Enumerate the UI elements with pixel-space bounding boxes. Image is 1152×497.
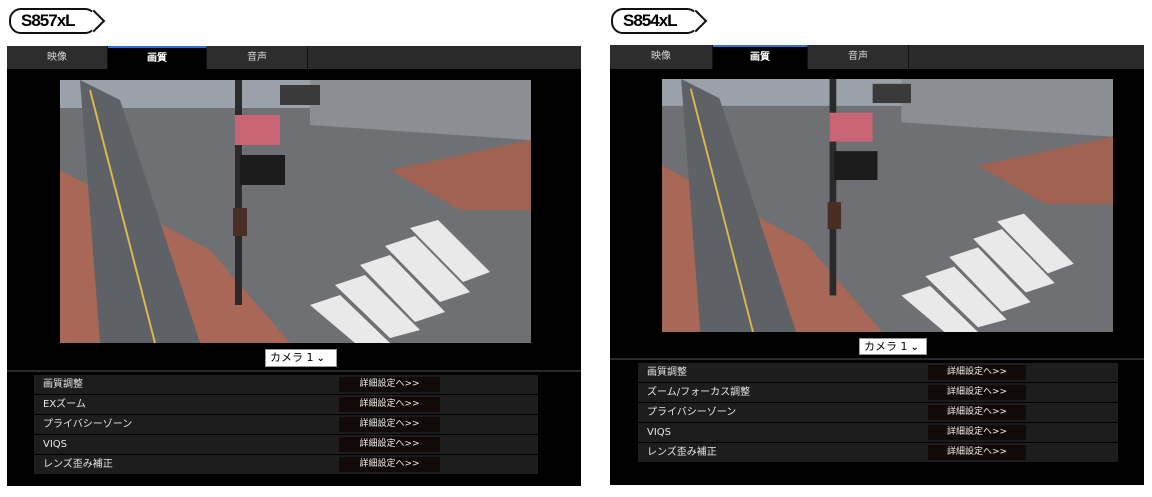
settings-row-privacy-zone: プライバシーゾーン 詳細設定へ>>: [34, 415, 538, 435]
detail-settings-button[interactable]: 詳細設定へ>>: [339, 457, 440, 472]
detail-settings-button[interactable]: 詳細設定へ>>: [928, 405, 1026, 420]
row-label: 画質調整: [647, 367, 687, 378]
street-scene-image: [60, 80, 531, 343]
detail-settings-button[interactable]: 詳細設定へ>>: [339, 417, 440, 432]
row-label: レンズ歪み補正: [647, 447, 717, 458]
detail-settings-button[interactable]: 詳細設定へ>>: [928, 365, 1026, 380]
detail-settings-button[interactable]: 詳細設定へ>>: [339, 397, 440, 412]
model-badge-s857xl: S857xL: [9, 8, 97, 34]
chevron-down-icon: ⌄: [316, 353, 325, 364]
camera-live-preview: [60, 80, 531, 343]
row-label: レンズ歪み補正: [43, 459, 113, 470]
row-label: ズーム/フォーカス調整: [647, 387, 751, 398]
detail-settings-button[interactable]: 詳細設定へ>>: [928, 385, 1026, 400]
settings-row-lens-distortion: レンズ歪み補正 詳細設定へ>>: [638, 443, 1118, 463]
tab-audio[interactable]: 音声: [207, 46, 308, 69]
tab-video[interactable]: 映像: [610, 45, 713, 69]
camera-settings-panel-s854xl: 映像 画質 音声 カメラ 1 ⌄ 画質調整 詳細設定へ>> ズーム/フォーカス調…: [610, 45, 1144, 485]
settings-row-image-adjust: 画質調整 詳細設定へ>>: [34, 375, 538, 395]
tab-audio[interactable]: 音声: [808, 45, 909, 69]
tab-video[interactable]: 映像: [7, 46, 108, 69]
settings-row-lens-distortion: レンズ歪み補正 詳細設定へ>>: [34, 455, 538, 475]
settings-row-privacy-zone: プライバシーゾーン 詳細設定へ>>: [638, 403, 1118, 423]
model-badge-s854xl: S854xL: [611, 8, 699, 34]
camera-settings-panel-s857xl: 映像 画質 音声 カメラ 1 ⌄ 画質調整 詳細設定へ>> EXズーム 詳細設定…: [7, 46, 581, 486]
camera-select-value: カメラ 1: [270, 351, 314, 364]
row-label: EXズーム: [43, 399, 86, 410]
settings-row-viqs: VIQS 詳細設定へ>>: [638, 423, 1118, 443]
settings-row-ex-zoom: EXズーム 詳細設定へ>>: [34, 395, 538, 415]
section-divider: [7, 370, 581, 372]
detail-settings-button[interactable]: 詳細設定へ>>: [339, 377, 440, 392]
camera-live-preview: [662, 79, 1113, 332]
detail-settings-button[interactable]: 詳細設定へ>>: [339, 437, 440, 452]
street-scene-image: [662, 79, 1113, 332]
row-label: プライバシーゾーン: [647, 407, 737, 418]
tab-bar: 映像 画質 音声: [7, 46, 581, 69]
tab-image-quality[interactable]: 画質: [713, 45, 808, 69]
row-label: VIQS: [43, 439, 68, 450]
settings-list: 画質調整 詳細設定へ>> ズーム/フォーカス調整 詳細設定へ>> プライバシーゾ…: [638, 363, 1118, 463]
settings-list: 画質調整 詳細設定へ>> EXズーム 詳細設定へ>> プライバシーゾーン 詳細設…: [34, 375, 538, 475]
camera-select-value: カメラ 1: [864, 340, 908, 353]
camera-select[interactable]: カメラ 1 ⌄: [265, 349, 337, 367]
row-label: 画質調整: [43, 379, 83, 390]
section-divider: [610, 358, 1144, 360]
settings-row-image-adjust: 画質調整 詳細設定へ>>: [638, 363, 1118, 383]
row-label: プライバシーゾーン: [43, 419, 133, 430]
chevron-down-icon: ⌄: [910, 342, 919, 353]
row-label: VIQS: [647, 427, 672, 438]
detail-settings-button[interactable]: 詳細設定へ>>: [928, 445, 1026, 460]
detail-settings-button[interactable]: 詳細設定へ>>: [928, 425, 1026, 440]
tab-bar: 映像 画質 音声: [610, 45, 1144, 69]
tab-image-quality[interactable]: 画質: [108, 46, 207, 69]
settings-row-viqs: VIQS 詳細設定へ>>: [34, 435, 538, 455]
camera-select[interactable]: カメラ 1 ⌄: [859, 338, 927, 355]
settings-row-zoom-focus: ズーム/フォーカス調整 詳細設定へ>>: [638, 383, 1118, 403]
